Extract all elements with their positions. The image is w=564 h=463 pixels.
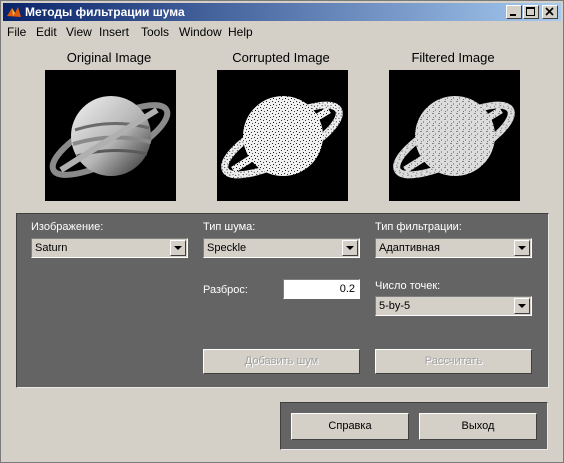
menu-bar: File Edit View Insert Tools Window Help	[3, 22, 561, 41]
controls-panel: Изображение: Тип шума: Тип фильтрации: S…	[16, 213, 549, 388]
corrupted-image	[217, 70, 348, 201]
filtered-image	[389, 70, 520, 201]
chevron-down-icon[interactable]	[170, 240, 186, 256]
spread-label: Разброс:	[203, 284, 248, 296]
noise-type-select[interactable]: Speckle	[203, 238, 360, 258]
menu-edit[interactable]: Edit	[36, 25, 57, 39]
filter-type-label: Тип фильтрации:	[375, 221, 462, 233]
original-image-title: Original Image	[66, 50, 152, 65]
filtered-image-title: Filtered Image	[411, 50, 495, 65]
menu-view[interactable]: View	[66, 25, 92, 39]
points-select-value: 5-by-5	[379, 300, 411, 312]
points-select[interactable]: 5-by-5	[375, 296, 532, 316]
maximize-icon	[526, 7, 535, 16]
exit-button[interactable]: Выход	[419, 413, 537, 440]
image-label: Изображение:	[31, 221, 104, 233]
chevron-down-icon[interactable]	[514, 298, 530, 314]
compute-button[interactable]: Рассчитать	[375, 349, 532, 374]
maximize-button[interactable]	[523, 5, 539, 19]
menu-insert[interactable]: Insert	[99, 25, 129, 39]
spread-input[interactable]: 0.2	[283, 279, 360, 299]
app-window: Методы фильтрации шума File Edit View In…	[0, 0, 564, 463]
original-image	[45, 70, 176, 201]
image-select-value: Saturn	[35, 242, 68, 254]
noise-type-select-value: Speckle	[207, 242, 247, 254]
matlab-logo-icon	[7, 7, 21, 17]
add-noise-button[interactable]: Добавить шум	[203, 349, 360, 374]
close-icon	[545, 7, 554, 16]
bottom-buttons-panel: Справка Выход	[280, 402, 548, 450]
chevron-down-icon[interactable]	[342, 240, 358, 256]
points-label: Число точек:	[375, 280, 441, 292]
image-select[interactable]: Saturn	[31, 238, 188, 258]
corrupted-image-title: Corrupted Image	[232, 50, 330, 65]
window-title: Методы фильтрации шума	[25, 5, 185, 19]
menu-help[interactable]: Help	[228, 25, 253, 39]
filter-type-select[interactable]: Адаптивная	[375, 238, 532, 258]
chevron-down-icon[interactable]	[514, 240, 530, 256]
filter-type-select-value: Адаптивная	[379, 242, 441, 254]
close-button[interactable]	[542, 5, 558, 19]
minimize-icon	[510, 14, 516, 16]
minimize-button[interactable]	[506, 5, 522, 19]
noise-type-label: Тип шума:	[203, 221, 256, 233]
menu-tools[interactable]: Tools	[141, 25, 169, 39]
menu-file[interactable]: File	[7, 25, 26, 39]
title-bar[interactable]: Методы фильтрации шума	[3, 3, 561, 21]
menu-window[interactable]: Window	[179, 25, 222, 39]
help-button[interactable]: Справка	[291, 413, 409, 440]
